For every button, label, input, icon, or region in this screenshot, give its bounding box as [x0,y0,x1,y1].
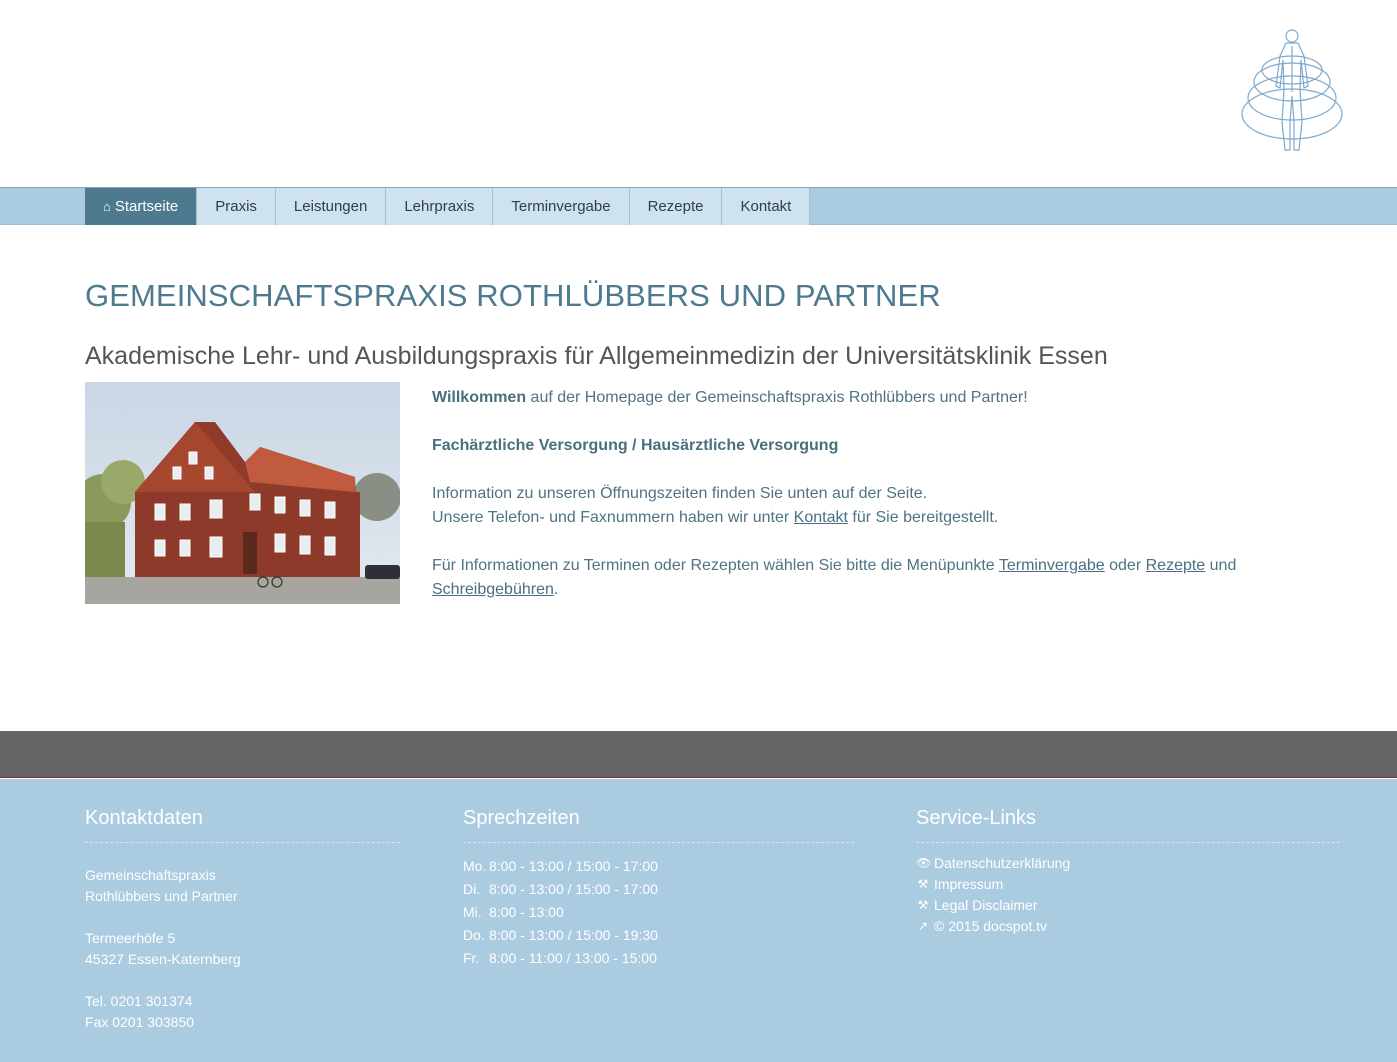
terminvergabe-link[interactable]: Terminvergabe [999,557,1105,574]
hours-row: Mi. 8:00 - 13:00 [463,901,854,924]
rezepte-link[interactable]: Rezepte [1146,557,1206,574]
hours-times: 8:00 - 13:00 [489,904,564,920]
nav-item-label: Rezepte [647,198,704,215]
care-heading-paragraph: Fachärztliche Versorgung / Hausärztliche… [432,434,1292,458]
nav-item-startseite[interactable]: ⌂ Startseite [85,188,198,225]
nav-item-label: Startseite [114,198,179,215]
nav-item-label: Kontakt [740,198,792,215]
hours-day: Fr. [463,950,480,966]
contact-name-line1: Gemeinschaftspraxis [85,867,216,883]
nav-item-leistungen[interactable]: Leistungen [275,188,387,225]
docspot-link[interactable]: ↗ © 2015 docspot.tv [916,916,1340,937]
nav-item-lehrpraxis[interactable]: Lehrpraxis [386,188,494,225]
nav-item-label: Terminvergabe [511,198,611,215]
practice-logo[interactable] [1236,26,1348,156]
datenschutz-link[interactable]: 👁︎ Datenschutzerklärung [916,853,1340,874]
appointments-info-or: oder [1104,557,1146,574]
hours-times: 8:00 - 13:00 / 15:00 - 19:30 [489,927,658,943]
service-links-heading: Service-Links [916,807,1340,843]
nav-item-kontakt[interactable]: Kontakt [722,188,811,225]
link-label: Datenschutzerklärung [934,855,1071,871]
legal-disclaimer-link[interactable]: ⚒ Legal Disclaimer [916,895,1340,916]
welcome-rest: auf der Homepage der Gemeinschaftspraxis… [526,389,1028,406]
contact-info-text-end: für Sie bereitgestellt. [847,509,999,526]
nav-item-terminvergabe[interactable]: Terminvergabe [493,188,630,225]
site-header [0,0,1397,188]
hours-times: 8:00 - 13:00 / 15:00 - 17:00 [489,858,658,874]
logo-figure-icon [1241,29,1343,151]
hours-row: Fr. 8:00 - 11:00 / 13:00 - 15:00 [463,947,854,970]
welcome-paragraph: Willkommen auf der Homepage der Gemeinsc… [432,386,1292,410]
home-icon: ⌂ [103,199,111,214]
welcome-text: Willkommen auf der Homepage der Gemeinsc… [432,386,1292,602]
main-navigation: ⌂ Startseite Praxis Leistungen Lehrpraxis… [0,188,1397,225]
link-label: Legal Disclaimer [934,897,1038,913]
footer-contact: Kontaktdaten Gemeinschaftspraxis Rothlüb… [85,779,400,1033]
page-subtitle: Akademische Lehr- und Ausbildungspraxis … [85,342,1108,370]
hours-day: Di. [463,881,481,897]
hours-row: Mo. 8:00 - 13:00 / 15:00 - 17:00 [463,855,854,878]
hours-row: Do. 8:00 - 13:00 / 15:00 - 19:30 [463,924,854,947]
hours-row: Di. 8:00 - 13:00 / 15:00 - 17:00 [463,878,854,901]
practice-building-photo [85,382,400,604]
schreibgebuehren-link[interactable]: Schreibgebühren [432,581,554,598]
nav-item-label: Lehrpraxis [404,198,475,215]
contact-fax: Fax 0201 303850 [85,1014,194,1030]
hours-info: Information zu unseren Öffnungszeiten fi… [432,485,928,502]
hours-times: 8:00 - 13:00 / 15:00 - 17:00 [489,881,658,897]
footer-service-links: Service-Links 👁︎ Datenschutzerklärung ⚒ Im… [916,779,1340,937]
nav-item-label: Leistungen [293,198,368,215]
nav-item-praxis[interactable]: Praxis [197,188,276,225]
appointments-info-and: und [1205,557,1237,574]
hours-heading: Sprechzeiten [463,807,854,843]
hours-day: Mi. [463,904,482,920]
contact-name-line2: Rothlübbers und Partner [85,888,238,904]
nav-item-rezepte[interactable]: Rezepte [629,188,723,225]
kontakt-link[interactable]: Kontakt [794,509,848,526]
link-label: © 2015 docspot.tv [934,918,1048,934]
appointments-info-end: . [553,581,559,598]
hours-times: 8:00 - 11:00 / 13:00 - 15:00 [489,950,657,966]
link-label: Impressum [934,876,1004,892]
care-heading: Fachärztliche Versorgung / Hausärztliche… [432,437,839,454]
footer-separator-bar [0,731,1397,778]
page-title: GEMEINSCHAFTSPRAXIS ROTHLÜBBERS UND PART… [85,278,941,313]
external-link-icon: ↗ [917,919,929,933]
contact-street: Termeerhöfe 5 [85,930,176,946]
site-footer: Kontaktdaten Gemeinschaftspraxis Rothlüb… [0,779,1397,1062]
welcome-bold: Willkommen [432,389,527,406]
hours-day: Do. [463,927,485,943]
appointments-info-text: Für Informationen zu Terminen oder Rezep… [432,557,999,574]
nav-item-label: Praxis [215,198,257,215]
contact-info: Unsere Telefon- und Faxnummern haben wir… [432,506,1292,530]
impressum-link[interactable]: ⚒ Impressum [916,874,1340,895]
footer-hours: Sprechzeiten Mo. 8:00 - 13:00 / 15:00 - 1… [463,779,854,970]
contact-phone: Tel. 0201 301374 [85,993,193,1009]
contact-city: 45327 Essen-Katernberg [85,951,241,967]
gavel-icon: ⚒ [917,898,929,912]
appointments-info: Für Informationen zu Terminen oder Rezep… [432,554,1292,602]
eye-icon: 👁︎ [916,856,932,870]
gavel-icon: ⚒ [917,877,929,891]
contact-info-text: Unsere Telefon- und Faxnummern haben wir… [432,509,794,526]
hours-day: Mo. [463,858,487,874]
contact-heading: Kontaktdaten [85,807,400,843]
